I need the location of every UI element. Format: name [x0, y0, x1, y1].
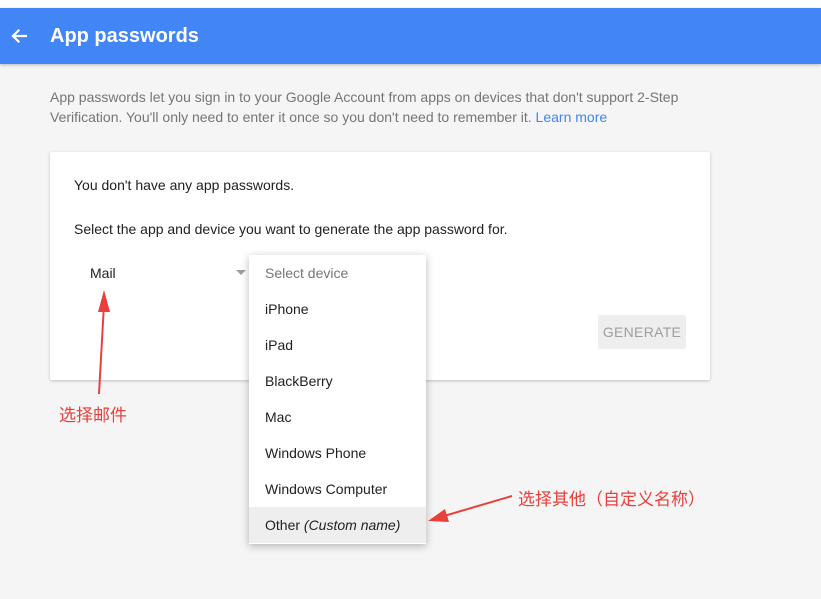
- annotation-select-other: 选择其他（自定义名称）: [518, 490, 705, 510]
- app-select-value: Mail: [90, 265, 116, 281]
- menu-item-other-label: Other: [265, 517, 301, 533]
- device-menu: Select device iPhone iPad BlackBerry Mac…: [249, 255, 426, 544]
- menu-item-mac[interactable]: Mac: [249, 399, 426, 435]
- top-strip: [0, 0, 821, 8]
- menu-item-ipad[interactable]: iPad: [249, 327, 426, 363]
- menu-item-other[interactable]: Other (Custom name): [249, 507, 426, 543]
- chevron-down-icon: [236, 270, 246, 275]
- page-title: App passwords: [50, 24, 199, 47]
- arrow-left-icon: [11, 28, 28, 44]
- menu-item-other-hint: (Custom name): [303, 517, 401, 533]
- menu-item-blackberry[interactable]: BlackBerry: [249, 363, 426, 399]
- generate-button[interactable]: GENERATE: [598, 315, 686, 349]
- description: App passwords let you sign in to your Go…: [50, 87, 730, 127]
- app-bar: App passwords: [0, 8, 821, 64]
- learn-more-link[interactable]: Learn more: [536, 109, 608, 125]
- menu-item-windows-phone[interactable]: Windows Phone: [249, 435, 426, 471]
- back-button[interactable]: [0, 8, 38, 64]
- app-select[interactable]: Mail: [90, 260, 246, 288]
- menu-item-windows-computer[interactable]: Windows Computer: [249, 471, 426, 507]
- annotation-select-mail: 选择邮件: [59, 406, 127, 426]
- device-menu-header: Select device: [265, 265, 349, 281]
- instruction-text: Select the app and device you want to ge…: [74, 221, 508, 237]
- empty-message: You don't have any app passwords.: [74, 177, 295, 193]
- arrow-left-pointer-icon: [428, 495, 513, 522]
- menu-item-iphone[interactable]: iPhone: [249, 291, 426, 327]
